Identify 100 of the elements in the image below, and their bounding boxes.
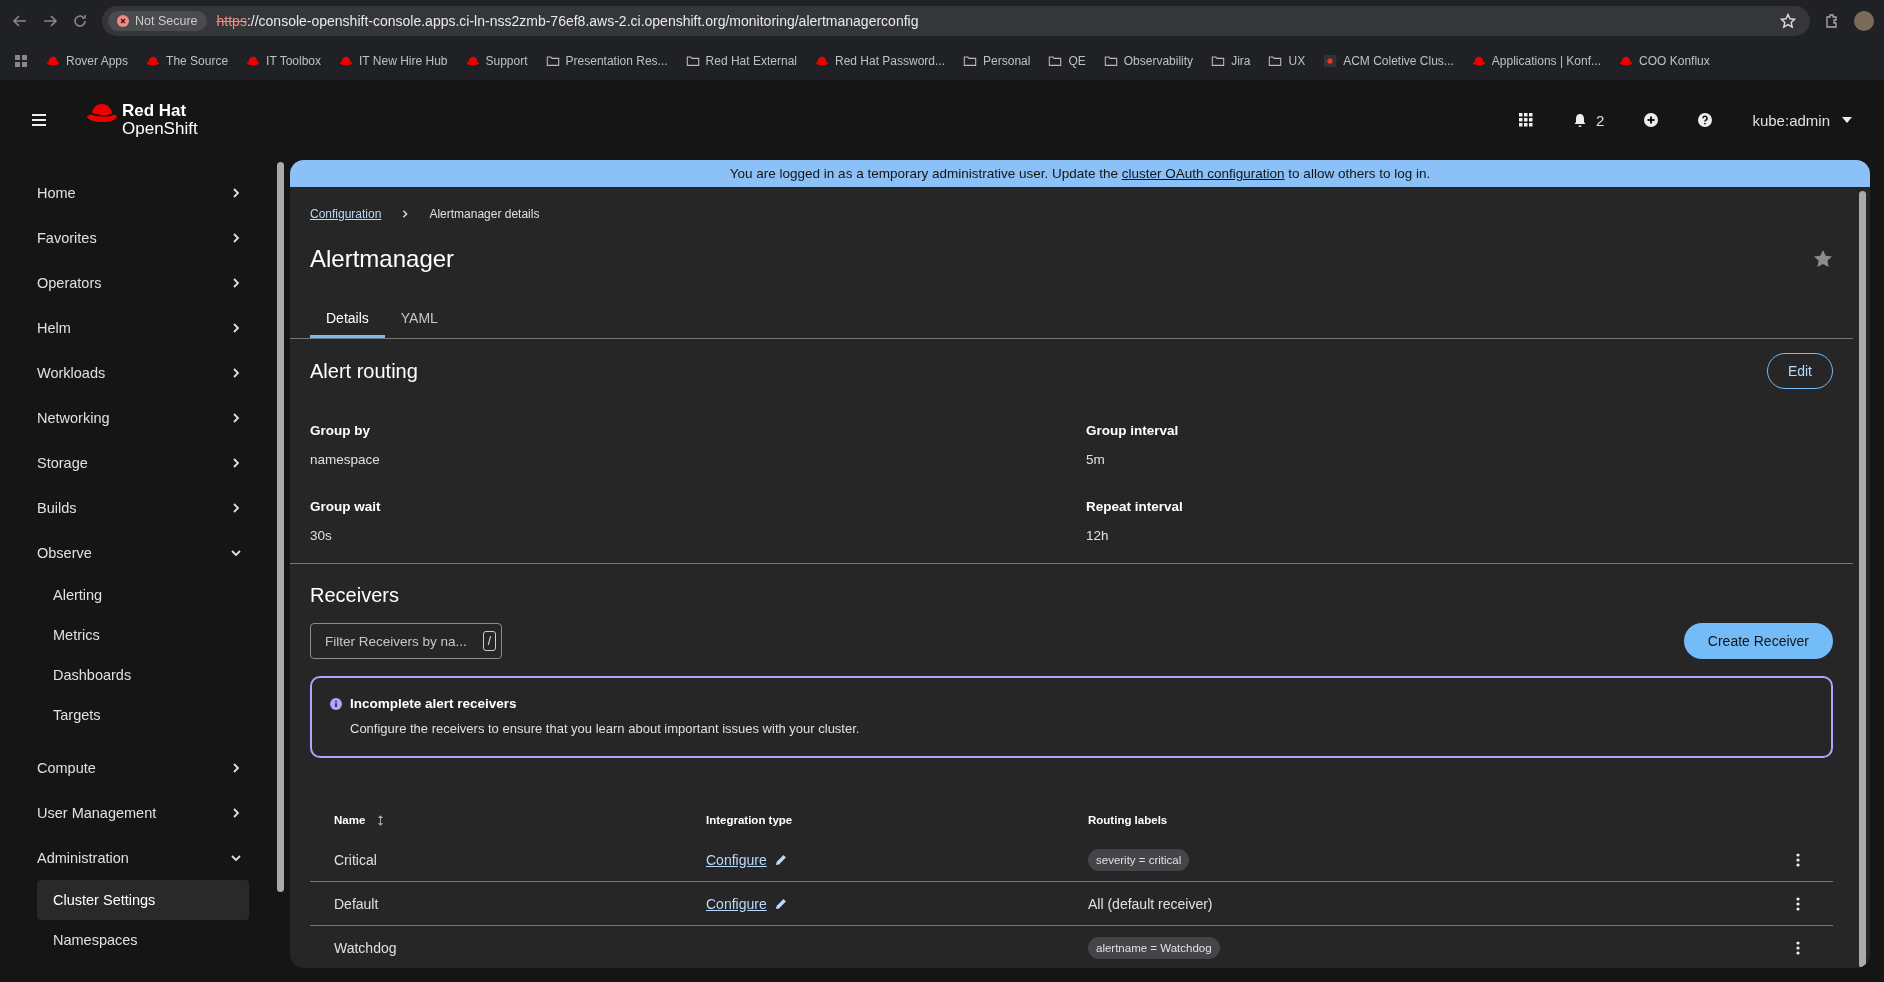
kebab-menu-icon[interactable] [1796, 852, 1800, 867]
add-icon[interactable] [1644, 113, 1659, 127]
folder-icon [963, 54, 978, 68]
bookmark[interactable]: The Source [146, 54, 229, 68]
bookmark[interactable]: ACM Coletive Clus... [1323, 54, 1454, 68]
back-icon[interactable] [12, 13, 28, 29]
bookmark[interactable]: IT Toolbox [246, 54, 322, 68]
alert-message: Configure the receivers to ensure that you learn about important issues with your cluster. [350, 721, 861, 736]
nav-subitem[interactable]: Namespaces [37, 920, 249, 960]
kebab-menu-icon[interactable] [1796, 940, 1800, 955]
section-heading: Alert routing [310, 359, 418, 383]
bookmark[interactable]: Jira [1211, 54, 1251, 68]
bookmark[interactable]: Observability [1103, 54, 1194, 68]
nav-item[interactable]: Favorites [37, 215, 261, 260]
pencil-icon[interactable] [774, 853, 787, 866]
user-menu[interactable]: kube:admin [1752, 111, 1852, 129]
forward-icon[interactable] [42, 13, 58, 29]
column-header: Integration type [706, 814, 793, 826]
hat-icon [146, 54, 161, 68]
folder-icon [685, 54, 700, 68]
folder-icon [1048, 54, 1063, 68]
nav-item[interactable]: Operators [37, 260, 261, 305]
help-icon[interactable] [1698, 113, 1713, 127]
app-icon [1323, 54, 1338, 68]
extensions-icon[interactable] [1824, 13, 1840, 29]
sort-icon[interactable] [377, 814, 385, 826]
apps-grid-icon[interactable] [14, 54, 28, 68]
bookmark[interactable]: Personal [963, 54, 1031, 68]
bookmark[interactable]: Applications | Konf... [1471, 54, 1602, 68]
hat-icon [465, 54, 480, 68]
kebab-menu-icon[interactable] [1796, 896, 1800, 911]
bookmark[interactable]: QE [1048, 54, 1086, 68]
breadcrumb-current: Alertmanager details [429, 207, 540, 221]
oauth-config-link[interactable]: cluster OAuth configuration [1121, 166, 1285, 181]
nav-subitem[interactable]: Dashboards [37, 655, 249, 695]
tab[interactable]: YAML [384, 302, 454, 338]
warning-icon [117, 15, 129, 27]
app-launcher-icon[interactable] [1519, 113, 1534, 127]
bell-icon [1573, 113, 1588, 127]
receiver-name: Default [334, 895, 379, 912]
nav-item[interactable]: Builds [37, 485, 261, 530]
field-label: Repeat interval [1086, 499, 1184, 514]
security-chip[interactable]: Not Secure [108, 11, 207, 31]
nav-item[interactable]: Observe [37, 530, 261, 575]
hat-icon [246, 54, 261, 68]
configure-link[interactable]: Configure [706, 851, 767, 868]
field-value: 5m [1086, 452, 1106, 467]
field-label: Group interval [1086, 423, 1180, 438]
bookmark[interactable]: COO Konflux [1619, 54, 1710, 68]
nav-item[interactable]: Helm [37, 305, 261, 350]
bookmark[interactable]: IT New Hire Hub [339, 54, 448, 68]
tab[interactable]: Details [310, 302, 385, 338]
bookmark[interactable]: Red Hat External [685, 54, 797, 68]
notification-count: 2 [1596, 111, 1605, 129]
scrollbar[interactable] [1859, 191, 1866, 968]
nav-item[interactable]: Home [37, 170, 261, 215]
alert-title: Incomplete alert receivers [350, 696, 517, 711]
profile-avatar[interactable] [1854, 11, 1874, 31]
nav-item[interactable]: Storage [37, 440, 261, 485]
nav-subitem[interactable]: Targets [37, 695, 249, 735]
scrollbar[interactable] [277, 162, 284, 892]
configure-link[interactable]: Configure [706, 895, 767, 912]
nav-subitem[interactable]: Cluster Settings [37, 880, 249, 920]
brand-name: Red Hat [122, 102, 188, 120]
bookmark[interactable]: Presentation Res... [545, 54, 668, 68]
nav-item[interactable]: Workloads [37, 350, 261, 395]
bookmark[interactable]: UX [1268, 54, 1306, 68]
nav-subitem[interactable]: Metrics [37, 615, 249, 655]
bookmark[interactable]: Rover Apps [46, 54, 129, 68]
security-label: Not Secure [135, 14, 198, 28]
column-header[interactable]: Name [334, 814, 366, 826]
folder-icon [1211, 54, 1226, 68]
pencil-icon[interactable] [774, 897, 787, 910]
nav-item[interactable]: User Management [37, 790, 261, 835]
reload-icon[interactable] [72, 13, 88, 29]
page-title: Alertmanager [310, 245, 455, 273]
bookmark[interactable]: Red Hat Password... [815, 54, 946, 68]
hat-icon [46, 54, 60, 68]
nav-subitem[interactable]: Alerting [37, 575, 249, 615]
star-icon[interactable] [1813, 249, 1833, 269]
hat-logo-icon [86, 102, 118, 124]
field-value: 12h [1086, 528, 1110, 543]
chevron-right-icon [401, 210, 410, 218]
address-bar[interactable]: Not Secure https://console-openshift-console.apps.ci-ln-nss2zmb-76ef8.aws-2.ci.openshift.org/monitoring/alertmanagerconfig [102, 6, 1810, 36]
bookmark[interactable]: Support [465, 54, 528, 68]
menu-icon[interactable] [32, 114, 46, 126]
breadcrumb-link[interactable]: Configuration [310, 207, 382, 221]
hat-icon [1471, 54, 1486, 68]
receiver-name: Watchdog [334, 939, 397, 956]
nav-item[interactable]: Administration [37, 835, 261, 880]
section-heading: Receivers [310, 584, 400, 607]
notifications-button[interactable]: 2 [1573, 111, 1605, 129]
create-receiver-button[interactable]: Create Receiver [1683, 623, 1833, 659]
hat-icon [1619, 54, 1634, 68]
keyboard-shortcut-hint: / [482, 631, 496, 651]
star-icon[interactable] [1780, 13, 1796, 29]
folder-icon [1268, 54, 1283, 68]
nav-item[interactable]: Compute [37, 745, 261, 790]
field-value: 30s [310, 528, 333, 543]
nav-item[interactable]: Networking [37, 395, 261, 440]
